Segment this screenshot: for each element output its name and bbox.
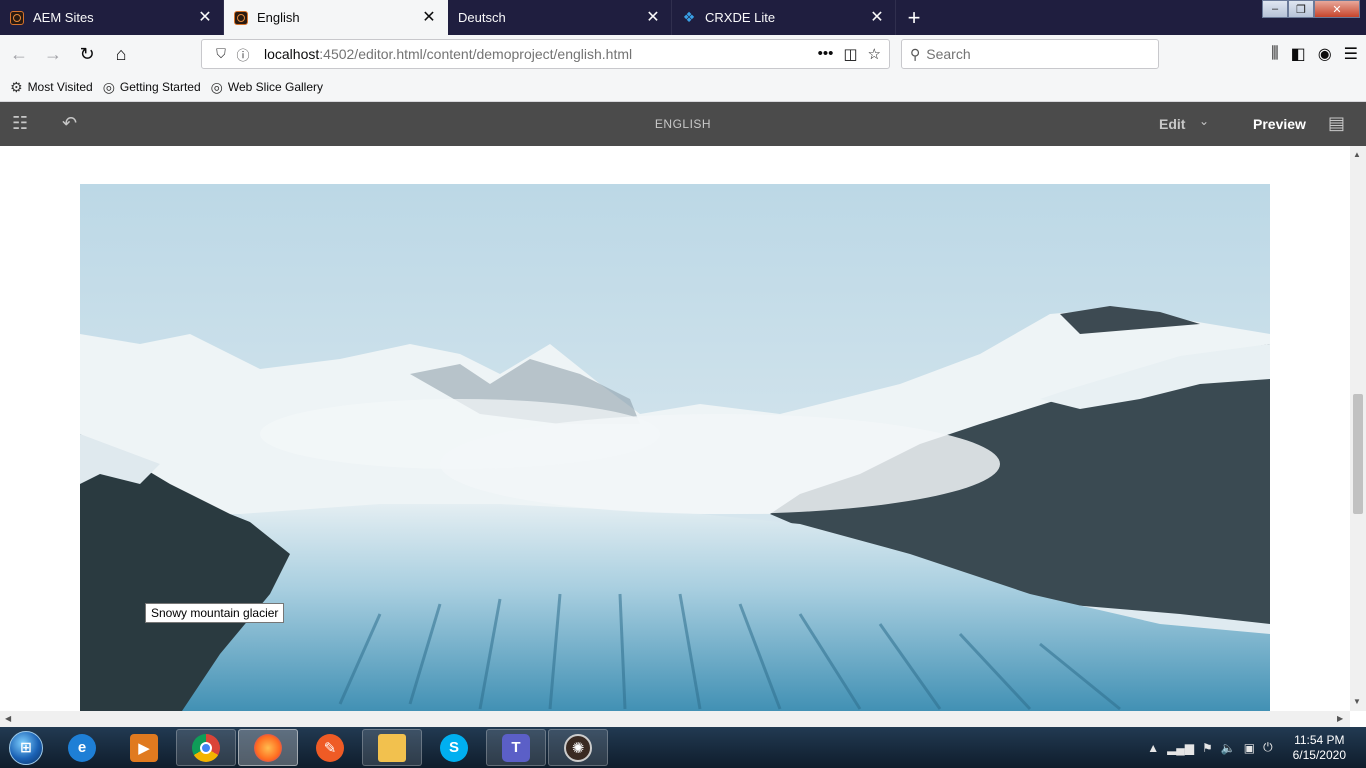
aem-icon: ✺ xyxy=(564,733,592,762)
taskbar-postman[interactable]: ✎ xyxy=(300,729,360,766)
taskbar-ie[interactable]: e xyxy=(52,729,112,766)
search-input[interactable]: ⚲ Search xyxy=(901,39,1159,69)
folder-icon xyxy=(378,733,406,762)
system-tray: ▲ ▂▄▆ ⚑ 🔈 ▣ ⏻ 11:54 PM 6/15/2020 xyxy=(1147,727,1366,768)
show-hidden-icons-icon[interactable]: ▲ xyxy=(1147,741,1159,755)
taskbar-file-explorer[interactable] xyxy=(362,729,422,766)
url-text[interactable]: localhost:4502/editor.html/content/demop… xyxy=(264,46,818,62)
bookmark-star-icon[interactable]: ☆ xyxy=(868,45,881,63)
skype-icon: S xyxy=(440,733,468,762)
bookmark-label: Web Slice Gallery xyxy=(227,80,324,94)
chrome-icon xyxy=(192,733,220,762)
sidebar-icon[interactable]: ◧ xyxy=(1291,44,1306,64)
globe-icon: ◎ xyxy=(102,78,115,95)
scrollbar-thumb[interactable] xyxy=(1353,394,1363,514)
address-bar[interactable]: ⛉ ⓘ localhost:4502/editor.html/content/d… xyxy=(201,39,890,69)
annotations-icon[interactable]: ▤ xyxy=(1328,113,1345,134)
search-icon: ⚲ xyxy=(910,45,921,62)
start-button[interactable]: ⊞ xyxy=(0,727,52,768)
scroll-up-icon[interactable]: ▲ xyxy=(1353,150,1361,159)
close-tab-icon[interactable]: ✕ xyxy=(197,9,213,26)
tab-title: CRXDE Lite xyxy=(705,10,776,25)
signal-icon[interactable]: ▂▄▆ xyxy=(1167,741,1194,755)
clock-time: 11:54 PM xyxy=(1294,732,1345,747)
url-host: localhost xyxy=(264,46,320,62)
page-actions-icon[interactable]: ••• xyxy=(818,45,834,63)
globe-icon: ◎ xyxy=(210,78,223,95)
library-icon[interactable]: ⫼ xyxy=(1271,45,1278,63)
bookmark-label: Getting Started xyxy=(119,80,201,94)
search-placeholder: Search xyxy=(926,46,971,62)
scroll-down-icon[interactable]: ▼ xyxy=(1353,697,1361,706)
close-tab-icon[interactable]: ✕ xyxy=(421,9,437,26)
tab-crxde-lite[interactable]: ❖ CRXDE Lite ✕ xyxy=(672,0,896,35)
gear-icon: ⚙ xyxy=(10,78,23,95)
maximize-button[interactable]: ❐ xyxy=(1288,0,1314,18)
home-icon[interactable]: ⌂ xyxy=(106,39,136,69)
minimize-button[interactable]: – xyxy=(1262,0,1288,18)
network-icon[interactable]: ⚑ xyxy=(1202,741,1213,755)
tab-aem-sites[interactable]: AEM Sites ✕ xyxy=(0,0,224,35)
glacier-image-drawing xyxy=(80,184,1270,711)
account-icon[interactable]: ◉ xyxy=(1318,44,1332,64)
horizontal-scrollbar[interactable]: ◀ ▶ xyxy=(0,711,1350,727)
menu-icon[interactable]: ☰ xyxy=(1344,44,1358,64)
pocket-icon[interactable]: ◫ xyxy=(843,45,857,63)
image-tooltip: Snowy mountain glacier xyxy=(145,603,285,623)
power-icon[interactable]: ⏻ xyxy=(1263,740,1273,755)
clock-date: 6/15/2020 xyxy=(1292,747,1346,762)
close-tab-icon[interactable]: ✕ xyxy=(645,9,661,26)
new-tab-button[interactable]: + xyxy=(896,0,932,35)
vertical-scrollbar[interactable]: ▲ ▼ xyxy=(1350,146,1366,711)
close-tab-icon[interactable]: ✕ xyxy=(869,9,885,26)
taskbar-teams[interactable]: T xyxy=(486,729,546,766)
firefox-icon xyxy=(254,733,282,762)
bookmark-most-visited[interactable]: ⚙ Most Visited xyxy=(10,79,93,96)
browser-tab-strip: AEM Sites ✕ English ✕ Deutsch ✕ ❖ CRXDE … xyxy=(0,0,1366,35)
chevron-down-icon[interactable]: ⌄ xyxy=(1199,114,1209,128)
aem-icon xyxy=(234,10,248,25)
clock[interactable]: 11:54 PM 6/15/2020 xyxy=(1293,733,1346,763)
display-icon[interactable]: ▣ xyxy=(1244,741,1255,755)
windows-taskbar: ⊞ e ▶ ✎ S T ✺ ▲ ▂▄▆ ⚑ 🔈 ▣ ⏻ 11:54 PM 6/1… xyxy=(0,727,1366,768)
shield-icon[interactable]: ⛉ xyxy=(210,46,232,62)
media-player-icon: ▶ xyxy=(130,733,158,762)
postman-icon: ✎ xyxy=(316,733,344,762)
internet-explorer-icon: e xyxy=(68,733,96,762)
page-content xyxy=(0,146,1350,711)
scroll-right-icon[interactable]: ▶ xyxy=(1337,714,1343,723)
url-path: :4502/editor.html/content/demoproject/en… xyxy=(319,46,633,62)
teams-icon: T xyxy=(502,733,530,762)
taskbar-chrome[interactable] xyxy=(176,729,236,766)
tab-title: AEM Sites xyxy=(33,10,94,25)
scroll-left-icon[interactable]: ◀ xyxy=(5,714,11,723)
hero-image[interactable] xyxy=(80,184,1270,711)
reload-icon[interactable]: ↻ xyxy=(72,39,102,69)
taskbar-skype[interactable]: S xyxy=(424,729,484,766)
aem-editor-toolbar: ☷ ↶ ENGLISH Edit ⌄ Preview ▤ xyxy=(0,102,1366,146)
bookmark-getting-started[interactable]: ◎ Getting Started xyxy=(103,79,201,96)
window-controls: – ❐ ✕ xyxy=(1262,0,1360,20)
back-icon[interactable]: ← xyxy=(4,39,34,69)
tab-english[interactable]: English ✕ xyxy=(224,0,448,35)
volume-icon[interactable]: 🔈 xyxy=(1221,741,1236,755)
bookmarks-toolbar: ⚙ Most Visited ◎ Getting Started ◎ Web S… xyxy=(0,73,1366,102)
bookmark-label: Most Visited xyxy=(27,80,93,94)
windows-logo-icon: ⊞ xyxy=(9,730,43,765)
forward-icon[interactable]: → xyxy=(38,39,68,69)
navigation-toolbar: ← → ↻ ⌂ ⛉ ⓘ localhost:4502/editor.html/c… xyxy=(0,35,1366,73)
tab-deutsch[interactable]: Deutsch ✕ xyxy=(448,0,672,35)
tab-title: English xyxy=(257,10,300,25)
bookmark-web-slice-gallery[interactable]: ◎ Web Slice Gallery xyxy=(211,79,323,96)
tab-title: Deutsch xyxy=(458,10,506,25)
taskbar-firefox[interactable] xyxy=(238,729,298,766)
mode-selector[interactable]: Edit xyxy=(1159,116,1185,132)
preview-button[interactable]: Preview xyxy=(1253,116,1306,132)
close-window-button[interactable]: ✕ xyxy=(1314,0,1360,18)
taskbar-media-player[interactable]: ▶ xyxy=(114,729,174,766)
info-icon[interactable]: ⓘ xyxy=(232,45,254,64)
crxde-icon: ❖ xyxy=(682,9,696,25)
aem-icon xyxy=(10,10,24,25)
taskbar-aem[interactable]: ✺ xyxy=(548,729,608,766)
